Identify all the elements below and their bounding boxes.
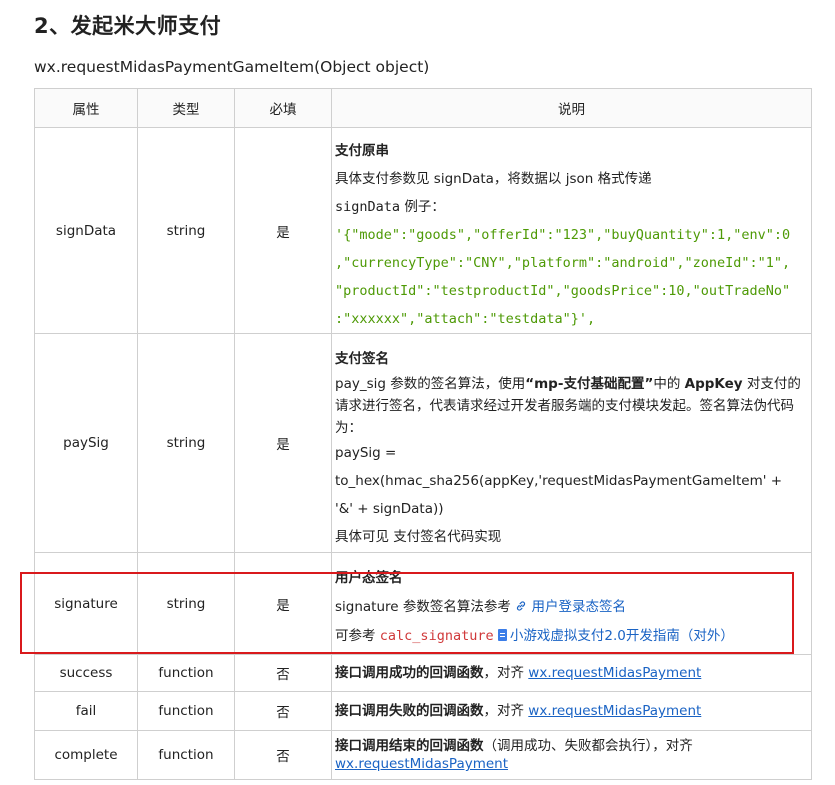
prop-desc: 支付签名 pay_sig 参数的签名算法，使用“mp-支付基础配置”中的 App… [331, 333, 812, 553]
desc-title: 支付原串 [335, 143, 389, 159]
prop-type: function [137, 691, 235, 731]
example-label: 例子： [400, 199, 445, 215]
prop-name: complete [34, 730, 138, 780]
header-desc: 说明 [331, 88, 812, 128]
code-line: :"xxxxxx","attach":"testdata"}', [335, 311, 596, 327]
prop-type: function [137, 730, 235, 780]
prop-required: 是 [234, 127, 332, 334]
code-line: "productId":"testproductId","goodsPrice"… [335, 283, 791, 299]
desc-text: signature 参数签名算法参考 [335, 598, 516, 615]
prop-name: paySig [34, 333, 138, 553]
header-required: 必填 [234, 88, 332, 128]
prop-required: 是 [234, 552, 332, 655]
payment-guide-link[interactable]: 小游戏虚拟支付2.0开发指南（对外） [510, 628, 734, 644]
code-line: ,"currencyType":"CNY","platform":"androi… [335, 255, 791, 271]
prop-type: string [137, 127, 235, 334]
prop-name: success [34, 654, 138, 692]
prop-name: signData [34, 127, 138, 334]
header-type: 类型 [137, 88, 235, 128]
prop-type: function [137, 654, 235, 692]
table-row: paySig string 是 支付签名 pay_sig 参数的签名算法，使用“… [34, 333, 812, 553]
prop-desc: 接口调用失败的回调函数，对齐 wx.requestMidasPayment [331, 691, 812, 731]
function-signature: wx.requestMidasPaymentGameItem(Object ob… [34, 58, 430, 76]
desc-note: 具体可见 支付签名代码实现 [335, 528, 502, 545]
prop-required: 否 [234, 691, 332, 731]
prop-required: 否 [234, 730, 332, 780]
wx-request-midas-payment-link[interactable]: wx.requestMidasPayment [335, 756, 508, 772]
wx-request-midas-payment-link[interactable]: wx.requestMidasPayment [528, 665, 701, 681]
desc-text: pay_sig 参数的签名算法，使用“mp-支付基础配置”中的 AppKey 对… [335, 375, 801, 436]
pseudo-code-line: paySig = [335, 444, 397, 461]
header-attr: 属性 [34, 88, 138, 128]
desc-text: 可参考 [335, 627, 380, 644]
example-code: signData [335, 199, 401, 215]
user-login-signature-link[interactable]: 用户登录态签名 [531, 599, 626, 615]
prop-name: signature [34, 552, 138, 655]
table-row: signData string 是 支付原串 具体支付参数见 signData，… [34, 127, 812, 334]
section-heading: 2、发起米大师支付 [34, 14, 222, 38]
table-row: success function 否 接口调用成功的回调函数，对齐 wx.req… [34, 654, 812, 692]
desc-text: 具体支付参数见 signData，将数据以 json 格式传递 [335, 171, 652, 187]
table-row: complete function 否 接口调用结束的回调函数（调用成功、失败都… [34, 730, 812, 780]
desc-title: 支付签名 [335, 350, 389, 367]
table-row: fail function 否 接口调用失败的回调函数，对齐 wx.reques… [34, 691, 812, 731]
prop-desc: 支付原串 具体支付参数见 signData，将数据以 json 格式传递 sig… [331, 127, 812, 334]
calc-signature-code: calc_signature [379, 627, 494, 644]
prop-required: 是 [234, 333, 332, 553]
desc-title: 用户态签名 [335, 569, 403, 586]
pseudo-code-line: '&' + signData)) [335, 500, 444, 517]
table-row: signature string 是 用户态签名 signature 参数签名算… [34, 552, 812, 655]
prop-name: fail [34, 691, 138, 731]
prop-type: string [137, 333, 235, 553]
link-icon [515, 599, 531, 615]
prop-desc: 接口调用结束的回调函数（调用成功、失败都会执行），对齐 wx.requestMi… [331, 730, 812, 780]
wx-request-midas-payment-link[interactable]: wx.requestMidasPayment [528, 703, 701, 719]
properties-table: 属性 类型 必填 说明 signData string 是 支付原串 具体支付参… [34, 88, 812, 780]
prop-desc: 用户态签名 signature 参数签名算法参考 用户登录态签名 可参考 cal… [331, 552, 812, 655]
prop-type: string [137, 552, 235, 655]
pseudo-code-line: to_hex(hmac_sha256(appKey,'requestMidasP… [335, 472, 783, 489]
code-line: '{"mode":"goods","offerId":"123","buyQua… [335, 227, 791, 243]
table-header-row: 属性 类型 必填 说明 [34, 88, 812, 128]
document-icon [497, 628, 507, 641]
prop-desc: 接口调用成功的回调函数，对齐 wx.requestMidasPayment [331, 654, 812, 692]
prop-required: 否 [234, 654, 332, 692]
